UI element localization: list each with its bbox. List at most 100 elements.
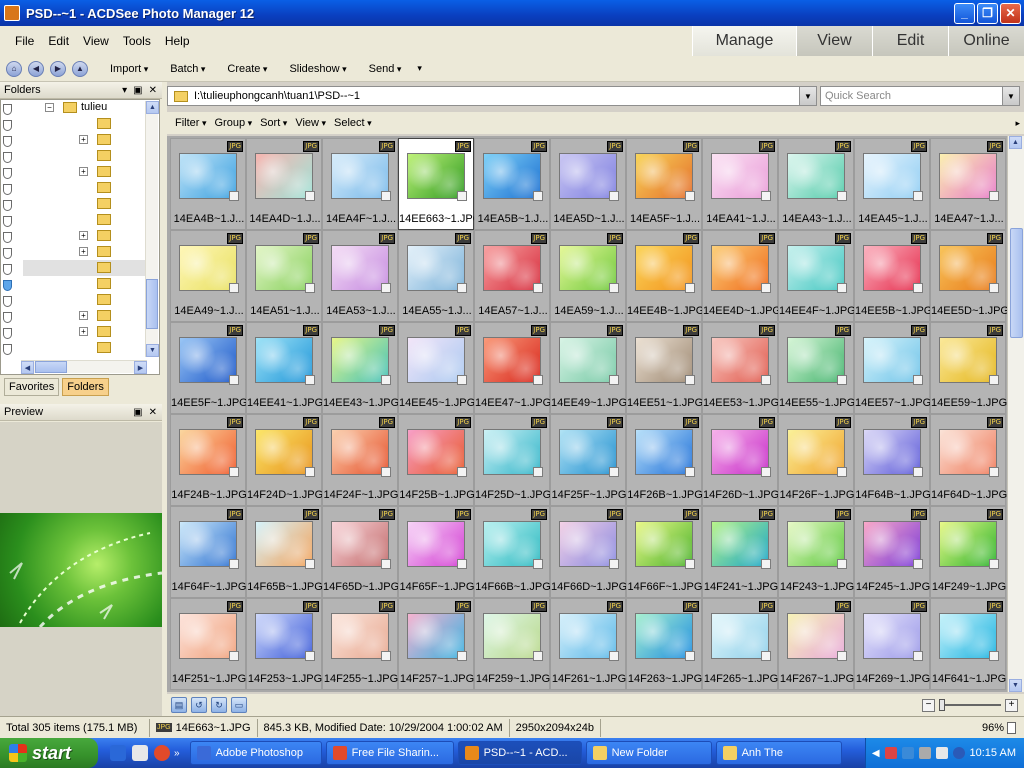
tree-row[interactable] [23, 148, 147, 164]
tree-row[interactable] [23, 276, 147, 292]
tree-row[interactable]: + [23, 132, 147, 148]
thumbnail-tile[interactable]: JPG 14F263~1.JPG [626, 598, 702, 690]
select-checkbox[interactable] [229, 651, 239, 661]
thumbnail-tile[interactable]: JPG 14F25F~1.JPG [550, 414, 626, 506]
thumbnail-tile[interactable]: JPG 14EA45~1.J... [854, 138, 930, 230]
home-icon[interactable]: ⌂ [6, 60, 22, 77]
rotate-left-icon[interactable]: ↺ [191, 697, 207, 713]
thumbnail-tile[interactable]: JPG 14F66F~1.JPG [626, 506, 702, 598]
close-button[interactable]: ✕ [1000, 2, 1021, 24]
search-dropdown-icon[interactable]: ▼ [1002, 87, 1019, 105]
thumbnail-tile[interactable]: JPG 14F26D~1.JPG [702, 414, 779, 506]
scroll-left-icon[interactable]: ◀ [21, 361, 34, 374]
tree-vertical-scrollbar[interactable]: ▲ ▼ [145, 101, 159, 357]
taskbar-item-2[interactable]: Free File Sharin... [325, 741, 454, 765]
select-checkbox[interactable] [761, 375, 771, 385]
thumbnail-tile[interactable]: JPG 14EE55~1.JPG [778, 322, 855, 414]
select-checkbox[interactable] [685, 375, 695, 385]
tree-row[interactable]: + [23, 244, 147, 260]
tree-hscroll-thumb[interactable] [35, 361, 67, 373]
select-checkbox[interactable] [381, 467, 391, 477]
thumbnail-tile[interactable]: JPG 14F265~1.JPG [702, 598, 778, 690]
filter-filter-menu[interactable]: Filter ▾ [175, 117, 206, 129]
select-checkbox[interactable] [229, 283, 239, 293]
expand-icon[interactable]: − [45, 103, 54, 112]
tree-row[interactable] [23, 212, 147, 228]
thumbnail-tile[interactable]: JPG 14F25D~1.JPG [474, 414, 551, 506]
tree-row[interactable] [23, 292, 147, 308]
thumbnail-tile[interactable]: JPG 14F24B~1.JPG [170, 414, 247, 506]
filterbar-overflow-icon[interactable]: ▸ [1015, 118, 1020, 129]
select-checkbox[interactable] [457, 191, 467, 201]
tree-row[interactable]: + [23, 324, 147, 340]
tree-marker-icon[interactable] [3, 232, 12, 243]
thumbnail-tile[interactable]: JPG 14EE5D~1.JPG [930, 230, 1007, 322]
panel-menu-icon[interactable]: ▾ [122, 85, 127, 96]
thumbnail-tile[interactable]: JPG 14F65F~1.JPG [398, 506, 474, 598]
scroll-right-icon[interactable]: ▶ [134, 361, 147, 374]
expand-icon[interactable]: + [79, 311, 88, 320]
tray-network-icon[interactable] [901, 747, 914, 759]
menu-view[interactable]: View [83, 34, 109, 48]
toolbar-slideshow-menu[interactable]: Slideshow ▾ [289, 63, 346, 75]
select-checkbox[interactable] [229, 467, 239, 477]
thumbnail-tile[interactable]: JPG 14F26F~1.JPG [778, 414, 854, 506]
thumbnail-tile[interactable]: JPG 14EA43~1.J... [778, 138, 854, 230]
select-checkbox[interactable] [457, 283, 467, 293]
thumbnail-tile[interactable]: JPG 14F64F~1.JPG [170, 506, 246, 598]
filter-group-menu[interactable]: Group ▾ [214, 117, 252, 129]
pin-icon[interactable]: ▣ [133, 85, 142, 96]
tree-marker-icon[interactable] [3, 296, 12, 307]
minimize-button[interactable]: _ [954, 2, 975, 24]
tree-row[interactable] [23, 260, 147, 276]
taskbar-item-5[interactable]: Anh The [715, 741, 842, 765]
select-checkbox[interactable] [913, 375, 923, 385]
thumbnail-tile[interactable]: JPG 14EE53~1.JPG [702, 322, 779, 414]
select-checkbox[interactable] [533, 467, 543, 477]
grid-scroll-thumb[interactable] [1010, 228, 1023, 338]
select-checkbox[interactable] [761, 559, 771, 569]
thumbnail-tile[interactable]: JPG 14F65D~1.JPG [322, 506, 399, 598]
tree-marker-icon[interactable] [3, 168, 12, 179]
expand-icon[interactable]: + [79, 135, 88, 144]
thumbnail-tile[interactable]: JPG 14EE51~1.JPG [626, 322, 703, 414]
zoom-out-icon[interactable]: − [922, 698, 935, 712]
select-checkbox[interactable] [609, 559, 619, 569]
thumbnail-tile[interactable]: JPG 14EE43~1.JPG [322, 322, 399, 414]
menu-edit[interactable]: Edit [48, 34, 69, 48]
thumbnail-tile[interactable]: JPG 14EE49~1.JPG [550, 322, 627, 414]
select-checkbox[interactable] [685, 191, 695, 201]
select-checkbox[interactable] [381, 283, 391, 293]
tree-row[interactable] [23, 340, 147, 356]
import-icon[interactable]: ▤ [171, 697, 187, 713]
select-checkbox[interactable] [685, 467, 695, 477]
select-checkbox[interactable] [533, 559, 543, 569]
select-checkbox[interactable] [457, 559, 467, 569]
select-checkbox[interactable] [913, 651, 923, 661]
tab-folders[interactable]: Folders [62, 378, 109, 396]
select-checkbox[interactable] [381, 651, 391, 661]
select-checkbox[interactable] [761, 191, 771, 201]
tray-antivirus-icon[interactable] [884, 747, 897, 759]
select-checkbox[interactable] [913, 191, 923, 201]
select-checkbox[interactable] [609, 375, 619, 385]
thumbnail-tile[interactable]: JPG 14F257~1.JPG [398, 598, 474, 690]
tree-row[interactable]: + [23, 308, 147, 324]
back-icon[interactable]: ◀ [28, 60, 44, 77]
thumbnail-tile[interactable]: JPG 14F243~1.JPG [778, 506, 854, 598]
thumbnail-tile[interactable]: JPG 14F64B~1.JPG [854, 414, 931, 506]
toolbar-create-menu[interactable]: Create ▾ [227, 63, 267, 75]
toolbar-send-menu[interactable]: Send ▾ [369, 63, 402, 75]
thumbnail-tile[interactable]: JPG 14F26B~1.JPG [626, 414, 703, 506]
select-checkbox[interactable] [989, 651, 999, 661]
expand-icon[interactable]: + [79, 167, 88, 176]
select-checkbox[interactable] [685, 283, 695, 293]
thumbnail-tile[interactable]: JPG 14F241~1.JPG [702, 506, 778, 598]
panel-close-icon[interactable]: ✕ [149, 85, 157, 96]
tree-marker-icon[interactable] [3, 152, 12, 163]
tree-root-label[interactable]: tulieu [81, 101, 107, 113]
taskbar-item-4[interactable]: New Folder [585, 741, 712, 765]
select-checkbox[interactable] [989, 467, 999, 477]
thumbnail-tile[interactable]: JPG 14F261~1.JPG [550, 598, 626, 690]
thumbnail-tile[interactable]: JPG 14EE59~1.JPG [930, 322, 1007, 414]
